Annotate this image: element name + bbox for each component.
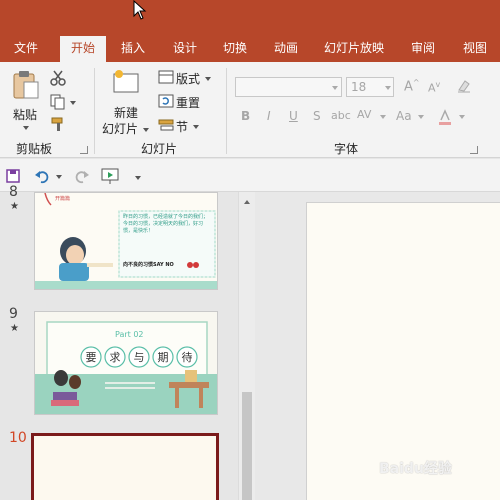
reset-label: 重置 — [176, 96, 201, 110]
tab-transitions[interactable]: 切换 — [214, 36, 256, 62]
slide-8-artwork — [35, 193, 217, 289]
cut-icon[interactable] — [50, 70, 66, 86]
underline-button[interactable]: U — [289, 109, 298, 123]
undo-icon[interactable] — [34, 168, 50, 184]
clipboard-launcher-icon[interactable] — [80, 146, 88, 154]
copy-dropdown-icon[interactable] — [70, 101, 76, 105]
font-size-dropdown[interactable]: 18 — [346, 77, 394, 97]
font-launcher-icon[interactable] — [470, 146, 478, 154]
tab-file[interactable]: 文件 — [4, 36, 48, 62]
slide-9-title-char: 求 — [109, 351, 121, 364]
slide-8-tagline: 向不良的习惯SAY NO — [123, 262, 174, 268]
tab-animations[interactable]: 动画 — [265, 36, 307, 62]
section-label: 节 — [176, 120, 189, 134]
ribbon-home: 粘贴 剪贴板 新建 幻灯片 版式 重置 节 幻灯片 18 A^ Av B I U… — [0, 62, 500, 158]
tab-view[interactable]: 视图 — [454, 36, 496, 62]
slide-thumbnail-pane: 8 ★ 9 ★ 10 开篇篇 昨日的习惯，已经造就了今日的我们；今日的习惯，决定… — [0, 184, 238, 500]
font-color-dropdown-icon[interactable] — [459, 115, 465, 119]
watermark: Baidu经验 — [379, 461, 452, 477]
new-slide-icon — [113, 70, 139, 93]
slide-thumbnail[interactable]: 开篇篇 昨日的习惯，已经造就了今日的我们；今日的习惯，决定明天的我们，好习惯，是… — [34, 192, 218, 290]
group-separator — [94, 68, 95, 154]
char-spacing-dropdown-icon[interactable] — [380, 115, 386, 119]
slide-9-part-label: Part 02 — [115, 330, 144, 339]
reset-button[interactable]: 重置 — [156, 93, 206, 111]
ribbon-tab-bar: 文件 开始 插入 设计 切换 动画 幻灯片放映 审阅 视图 — [0, 36, 500, 62]
paste-dropdown-icon — [23, 126, 29, 130]
slide-9-title-char: 要 — [85, 351, 97, 364]
change-case-button[interactable]: Aa — [396, 109, 412, 123]
font-color-icon[interactable] — [437, 109, 453, 125]
powerpoint-window: 文件 开始 插入 设计 切换 动画 幻灯片放映 审阅 视图 粘贴 剪贴板 新建 … — [0, 0, 500, 500]
clipboard-group-label: 剪贴板 — [16, 142, 53, 156]
shadow-button[interactable]: abc — [331, 109, 351, 122]
section-icon — [158, 119, 174, 131]
start-slideshow-icon[interactable] — [101, 167, 119, 185]
mouse-cursor-icon — [133, 0, 147, 20]
slide-number: 8 — [9, 184, 18, 200]
title-bar — [0, 0, 500, 36]
slide-8-header: 开篇篇 — [55, 196, 71, 202]
section-button[interactable]: 节 — [156, 117, 206, 135]
format-painter-icon[interactable] — [50, 116, 66, 132]
bold-button[interactable]: B — [241, 109, 250, 123]
font-name-dropdown-icon — [332, 86, 338, 90]
font-name-dropdown[interactable] — [235, 77, 342, 97]
tab-design[interactable]: 设计 — [164, 36, 206, 62]
undo-dropdown-icon[interactable] — [56, 175, 62, 179]
customize-toolbar-icon[interactable] — [135, 176, 141, 180]
slides-group-label: 幻灯片 — [141, 142, 178, 156]
group-separator — [226, 68, 227, 154]
font-size-dropdown-icon — [385, 86, 391, 90]
decrease-font-button[interactable]: Av — [428, 80, 440, 95]
scrollbar-thumb[interactable] — [242, 392, 252, 500]
paste-label: 粘贴 — [13, 108, 38, 122]
strikethrough-button[interactable]: S — [313, 109, 321, 123]
tab-slideshow[interactable]: 幻灯片放映 — [318, 36, 390, 62]
quick-access-toolbar — [0, 159, 500, 192]
slide-canvas[interactable] — [306, 202, 500, 500]
layout-button[interactable]: 版式 — [156, 69, 216, 87]
section-dropdown-icon — [193, 125, 199, 129]
slide-8-note: 昨日的习惯，已经造就了今日的我们；今日的习惯，决定明天的我们，好习惯，是快乐！ — [123, 214, 209, 234]
slide-9-title-char: 待 — [181, 351, 193, 364]
tab-home[interactable]: 开始 — [60, 36, 106, 62]
font-size-value: 18 — [351, 80, 367, 94]
slide-number: 10 — [9, 430, 27, 446]
tab-review[interactable]: 审阅 — [402, 36, 444, 62]
increase-font-button[interactable]: A^ — [404, 78, 420, 94]
thumbnail-scrollbar[interactable] — [238, 192, 255, 500]
paste-button[interactable]: 粘贴 — [8, 68, 42, 134]
save-icon[interactable] — [6, 169, 20, 183]
char-spacing-button[interactable]: AV — [357, 108, 371, 121]
slide-thumbnail-selected[interactable] — [31, 433, 219, 500]
new-slide-label-line1: 新建 — [114, 106, 139, 120]
slide-editing-area: Baidu经验 — [255, 192, 500, 500]
layout-icon — [158, 70, 174, 84]
slide-number: 9 — [9, 306, 18, 322]
new-slide-button[interactable]: 新建 幻灯片 — [102, 68, 154, 136]
animation-star-icon: ★ — [10, 323, 19, 334]
slide-9-title-char: 期 — [157, 351, 169, 364]
copy-icon[interactable] — [50, 94, 66, 110]
new-slide-dropdown-icon — [143, 128, 149, 132]
animation-star-icon: ★ — [10, 201, 19, 212]
slide-9-title-char: 与 — [133, 351, 145, 364]
font-group-label: 字体 — [334, 142, 359, 156]
reset-icon — [158, 94, 174, 108]
layout-label: 版式 — [176, 72, 201, 86]
layout-dropdown-icon — [205, 77, 211, 81]
clipboard-icon — [13, 71, 39, 99]
scroll-up-arrow-icon[interactable] — [244, 200, 250, 204]
redo-icon[interactable] — [74, 168, 90, 184]
tab-insert[interactable]: 插入 — [112, 36, 154, 62]
clear-formatting-icon[interactable] — [456, 78, 472, 94]
italic-button[interactable]: I — [267, 109, 271, 123]
change-case-dropdown-icon[interactable] — [418, 115, 424, 119]
slide-thumbnail[interactable]: Part 02 要 求 与 期 待 — [34, 311, 218, 415]
new-slide-label-line2: 幻灯片 — [102, 122, 139, 136]
